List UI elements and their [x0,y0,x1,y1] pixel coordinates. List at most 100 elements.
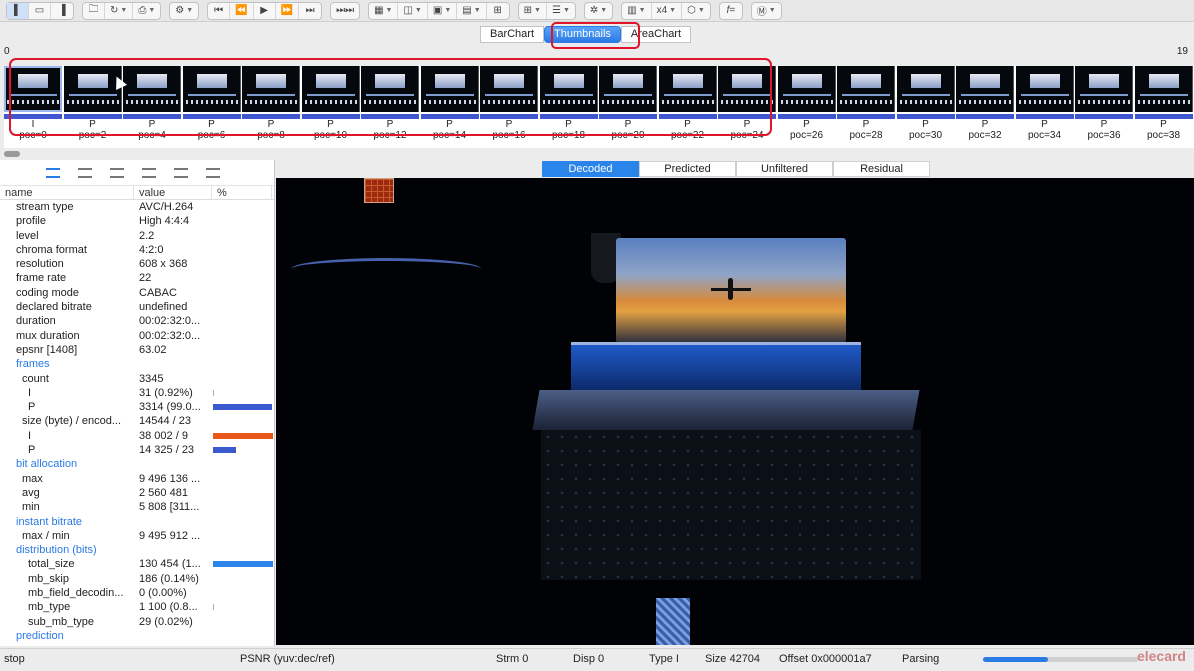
sort-view-icon[interactable] [206,167,220,178]
thumbnail-frame[interactable]: Ppoc=28 [837,66,895,146]
decoded-frame-view[interactable] [276,178,1194,645]
thumbnail-image [956,66,1014,112]
thumbnail-frame[interactable]: Ppoc=26 [777,66,836,146]
column-header-value[interactable]: value [134,186,212,199]
info-row[interactable]: count 3345 [0,372,274,386]
info-view-icon[interactable] [46,167,60,178]
info-row[interactable]: max 9 496 136 ... [0,472,274,486]
tab-barchart[interactable]: BarChart [480,26,545,43]
info-row[interactable]: min 5 808 [311... [0,500,274,514]
partition-overlay-button[interactable]: ▤ ▼ [457,2,487,19]
info-row[interactable]: level 2.2 [0,229,274,243]
tab-decoded[interactable]: Decoded [542,161,639,177]
column-header-percent[interactable]: % [212,186,272,199]
metrics-icon: Ⓜ [756,7,767,18]
info-row[interactable]: sub_mb_type 29 (0.02%) [0,615,274,629]
info-row[interactable]: I 38 002 / 9 [0,429,274,443]
vector-icon: ◫ [403,5,413,16]
thumbnail-frame[interactable]: Ppoc=36 [1075,66,1133,146]
grid-view-icon[interactable] [142,167,156,178]
info-row[interactable]: mb_field_decodin... 0 (0.00%) [0,586,274,600]
info-row[interactable]: total_size 130 454 (1... [0,557,274,571]
thumbnail-scrollbar[interactable] [4,151,20,157]
export-icon: ⎙ [138,5,147,16]
chart-button[interactable]: ▥ ▼ [622,2,652,19]
layout-left-panel-button[interactable]: ▌ [7,2,29,19]
info-row[interactable]: P 3314 (99.0... [0,400,274,414]
metrics-button[interactable]: Ⓜ ▼ [752,3,781,19]
reload-button[interactable]: ↻ ▼ [105,2,134,19]
info-row[interactable]: instant bitrate [0,515,274,529]
info-row[interactable]: profile High 4:4:4 [0,214,274,228]
layout-bottom-panel-button[interactable]: ▭ [29,2,51,19]
info-row[interactable]: prediction [0,629,274,643]
export-button[interactable]: ⎙ ▼ [133,3,160,19]
prev-frame-button[interactable]: ⏪ [230,2,254,19]
stream-info-panel: name value % stream type AVC/H.264 profile… [0,160,275,646]
fast-forward-button[interactable]: ⏭⏭ [331,3,359,19]
tile-view-button[interactable]: ⊞ ▼ [519,2,547,19]
info-row-name: epsnr [1408] [16,343,78,356]
info-row[interactable]: declared bitrate undefined [0,300,274,314]
info-row-value: 38 002 / 9 [139,429,188,442]
automation-button[interactable]: ⚙ ▼ [170,3,198,19]
info-row[interactable]: coding mode CABAC [0,286,274,300]
thumbnail-strip-highlight [9,58,772,136]
view-button-group: ⊞ ▼ ☰ ▼ [517,1,576,20]
thumbnail-frame[interactable]: Ppoc=38 [1134,66,1193,146]
mb-overlay-button[interactable]: ▣ ▼ [428,2,458,19]
panel-bottom-icon: ▭ [34,5,45,16]
grid-overlay-button[interactable]: ▦ ▼ [369,2,399,19]
selected-macroblock[interactable] [364,178,394,203]
debug-button[interactable]: ✲ ▼ [585,3,612,19]
info-row[interactable]: duration 00:02:32:0... [0,314,274,328]
info-row[interactable]: max / min 9 495 912 ... [0,529,274,543]
play-button[interactable]: ▶ [254,2,276,19]
info-row[interactable]: I 31 (0.92%) [0,386,274,400]
mv-overlay-button[interactable]: ◫ ▼ [398,2,428,19]
info-row[interactable]: mb_type 1 100 (0.8... [0,600,274,614]
info-row-name: size (byte) / encod... [22,415,122,428]
column-header-name[interactable]: name [0,186,134,199]
zoom-select[interactable]: x4 ▼ [652,2,683,19]
thumbnail-frame[interactable]: Ppoc=34 [1015,66,1074,146]
headers-view-icon[interactable] [78,167,92,178]
info-row-percent-bar [213,604,214,611]
macroblock-icon: ▣ [432,5,443,16]
open-file-button[interactable]: 🗀 [83,2,105,19]
info-row[interactable]: P 14 325 / 23 [0,443,274,457]
info-row[interactable]: stream type AVC/H.264 [0,200,274,214]
info-row[interactable]: frames [0,357,274,371]
list-icon: ☰ [551,5,561,16]
next-frame-button[interactable]: ⏩ [276,2,300,19]
info-row[interactable]: bit allocation [0,457,274,471]
tab-predicted[interactable]: Predicted [639,161,736,177]
first-frame-button[interactable]: ⏮ [208,2,231,19]
layout-right-panel-button[interactable]: ▐ [51,3,73,19]
info-row[interactable]: mux duration 00:02:32:0... [0,329,274,343]
info-row-value: High 4:4:4 [139,215,190,228]
info-row[interactable]: avg 2 560 481 [0,486,274,500]
info-row[interactable]: epsnr [1408] 63.02 [0,343,274,357]
info-row-name: I [28,386,32,399]
tab-unfiltered[interactable]: Unfiltered [736,161,833,177]
info-row[interactable]: size (byte) / encod... 14544 / 23 [0,414,274,428]
thumbnail-frame[interactable]: Ppoc=32 [956,66,1014,146]
3d-view-button[interactable]: ⬡ ▼ [682,3,710,19]
fast-forward-group: ⏭⏭ [330,1,361,20]
info-row[interactable]: distribution (bits) [0,543,274,557]
info-row[interactable]: resolution 608 x 368 [0,257,274,271]
stats-view-icon[interactable] [174,167,188,178]
formula-button[interactable]: f= [720,3,742,19]
info-row[interactable]: chroma format 4:2:0 [0,243,274,257]
qp-overlay-button[interactable]: ⊞ [487,3,509,19]
tree-view-icon[interactable] [110,167,124,178]
thumbnail-frame[interactable]: Ppoc=30 [896,66,955,146]
last-frame-button[interactable]: ⏭ [299,3,321,19]
list-view-button[interactable]: ☰ ▼ [547,3,575,19]
info-row[interactable]: mb_skip 186 (0.14%) [0,572,274,586]
status-stream: Strm 0 [496,653,529,665]
info-row-name: frame rate [16,272,67,285]
info-row[interactable]: frame rate 22 [0,271,274,285]
tab-residual[interactable]: Residual [833,161,930,177]
